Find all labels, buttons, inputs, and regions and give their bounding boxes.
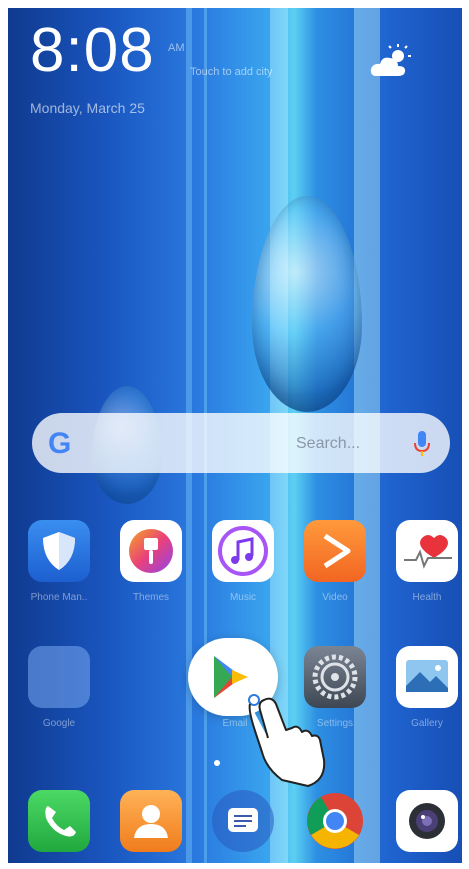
app-label: Health bbox=[412, 592, 442, 603]
message-icon bbox=[228, 808, 258, 832]
video-app-icon[interactable] bbox=[304, 520, 366, 582]
play-icon bbox=[323, 533, 351, 569]
app-label: Video bbox=[322, 592, 348, 603]
water-drop bbox=[252, 196, 362, 412]
phone-manager-app-icon[interactable] bbox=[28, 520, 90, 582]
tap-gesture-hand-icon bbox=[248, 694, 326, 787]
google-search-bar[interactable]: G Search... bbox=[32, 413, 450, 473]
search-placeholder: Search... bbox=[296, 435, 361, 452]
contacts-app-icon[interactable] bbox=[120, 790, 182, 852]
phone-app-icon[interactable] bbox=[28, 790, 90, 852]
page-indicator-dot bbox=[214, 760, 220, 766]
app-label: Themes bbox=[132, 592, 170, 603]
weather-icon[interactable] bbox=[368, 42, 412, 82]
themes-app-icon[interactable] bbox=[120, 520, 182, 582]
paintbrush-icon bbox=[129, 529, 173, 573]
clock-time[interactable]: 8:08 bbox=[30, 20, 155, 82]
chrome-icon bbox=[307, 793, 363, 849]
google-g-icon: G bbox=[48, 427, 72, 460]
gallery-app-icon[interactable] bbox=[396, 646, 458, 708]
camera-lens-icon bbox=[409, 803, 445, 839]
app-label: Gallery bbox=[411, 718, 443, 729]
chrome-app-icon[interactable] bbox=[304, 790, 366, 852]
photo-icon bbox=[406, 660, 448, 692]
clock-ampm: AM bbox=[168, 42, 185, 54]
touch-to-add-city[interactable]: Touch to add city bbox=[190, 66, 273, 78]
app-label: Phone Man.. bbox=[30, 592, 88, 603]
app-label: Music bbox=[229, 592, 257, 603]
camera-app-icon[interactable] bbox=[396, 790, 458, 852]
google-folder-icon[interactable] bbox=[28, 646, 90, 708]
music-app-icon[interactable] bbox=[212, 520, 274, 582]
music-note-icon bbox=[218, 526, 268, 576]
home-screen: 8:08 AM Touch to add city Monday, March … bbox=[8, 8, 462, 863]
app-label: Google bbox=[42, 718, 76, 729]
shield-icon bbox=[43, 532, 75, 570]
microphone-icon[interactable] bbox=[412, 429, 432, 459]
phone-icon bbox=[45, 806, 76, 837]
heart-icon bbox=[404, 535, 452, 569]
clock-date: Monday, March 25 bbox=[30, 100, 145, 116]
messages-app-icon[interactable] bbox=[212, 790, 274, 852]
health-app-icon[interactable] bbox=[396, 520, 458, 582]
contact-icon bbox=[134, 805, 168, 838]
